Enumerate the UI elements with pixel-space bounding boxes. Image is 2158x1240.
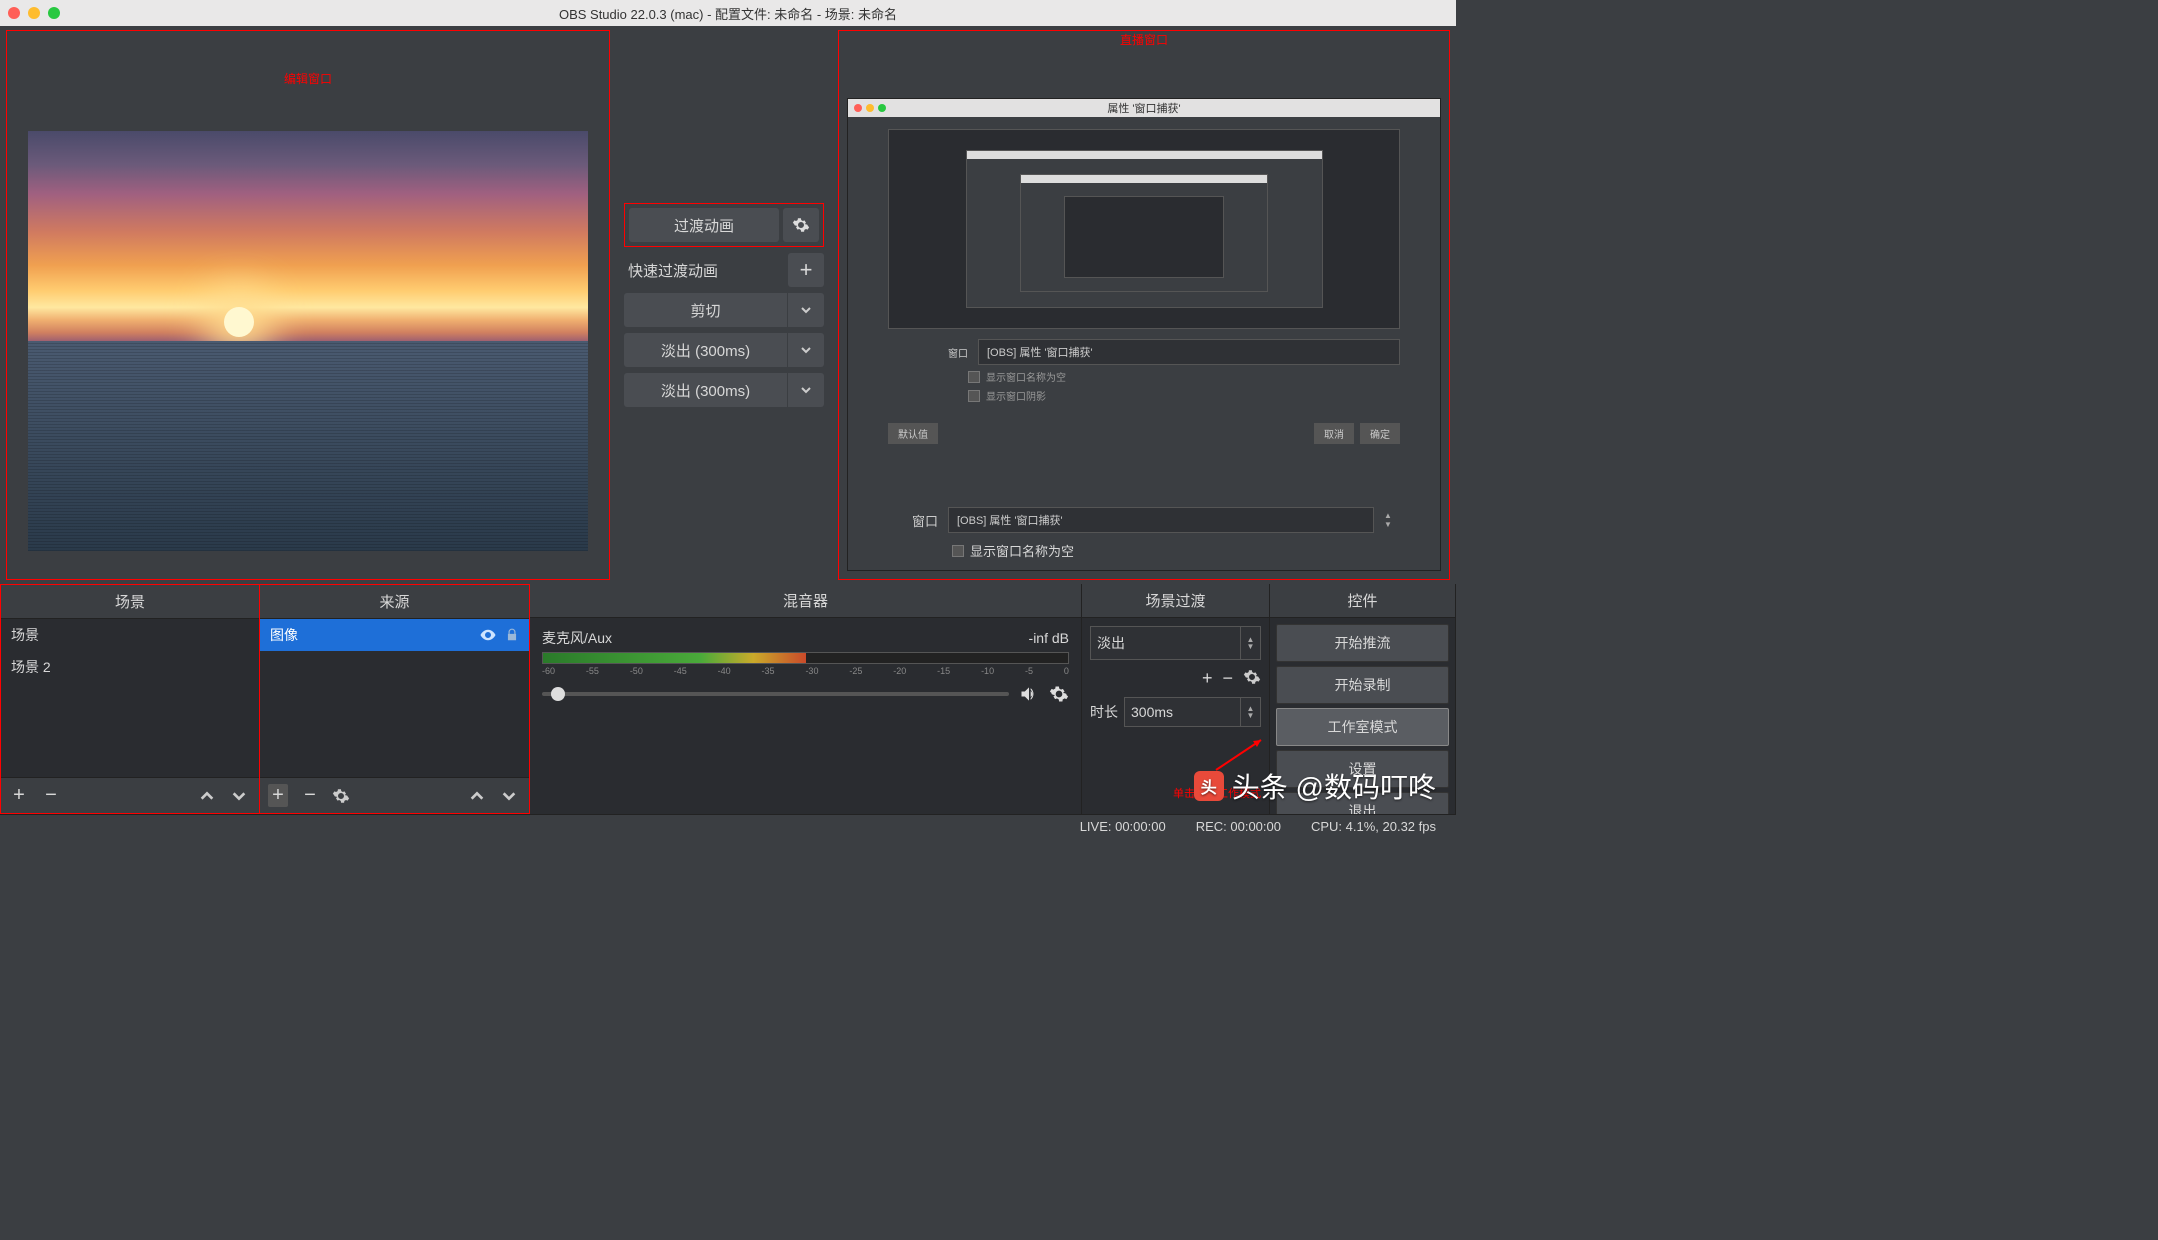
sources-list: 图像	[260, 619, 529, 777]
transitions-header: 场景过渡	[1082, 584, 1269, 618]
start-streaming-button[interactable]: 开始推流	[1276, 624, 1449, 662]
add-icon[interactable]: +	[268, 784, 288, 807]
scene-item[interactable]: 场景 2	[1, 651, 259, 683]
remove-icon[interactable]: −	[300, 784, 320, 807]
watermark-icon: 头	[1194, 771, 1224, 801]
window-title: OBS Studio 22.0.3 (mac) - 配置文件: 未命名 - 场景…	[0, 4, 1456, 23]
minimize-icon[interactable]	[28, 7, 40, 19]
gear-icon[interactable]	[1049, 684, 1069, 704]
start-recording-button[interactable]: 开始录制	[1276, 666, 1449, 704]
transition-box: 过渡动画	[624, 203, 824, 247]
traffic-lights	[8, 7, 60, 19]
defaults-button[interactable]: 默认值	[888, 423, 938, 444]
chevron-down-icon[interactable]	[788, 373, 824, 407]
window-field-label: 窗口	[888, 511, 938, 530]
preview-left-panel: 编辑窗口	[6, 30, 610, 580]
speaker-icon[interactable]	[1019, 684, 1039, 704]
preview-right-label: 直播窗口	[839, 31, 1449, 48]
add-quick-transition-button[interactable]: +	[788, 253, 824, 287]
scenes-list: 场景 场景 2	[1, 619, 259, 777]
gear-icon[interactable]	[332, 787, 352, 805]
lock-icon[interactable]	[505, 628, 519, 642]
volume-slider[interactable]	[542, 692, 1009, 696]
transition-column: 过渡动画 快速过渡动画 + 剪切 淡出 (300ms) 淡出 (300ms)	[616, 30, 832, 580]
mixer-header: 混音器	[530, 584, 1081, 618]
add-icon[interactable]: +	[1202, 668, 1213, 689]
duration-label: 时长	[1090, 702, 1118, 722]
scenes-toolbar: + −	[1, 777, 259, 813]
show-empty-label: 显示窗口名称为空	[970, 541, 1074, 560]
move-up-icon[interactable]	[469, 788, 489, 804]
transition-option-2[interactable]: 淡出 (300ms)	[624, 333, 824, 367]
meter-ticks: -60-55-50-45-40-35-30-25-20-15-10-50	[542, 666, 1069, 676]
gear-icon	[792, 216, 810, 234]
scene-item[interactable]: 场景	[1, 619, 259, 651]
duration-input[interactable]: 300ms ▲▼	[1124, 697, 1261, 727]
transition-option-label[interactable]: 淡出 (300ms)	[624, 373, 787, 407]
properties-window: 属性 '窗口捕获'	[847, 98, 1441, 571]
mixer-body: 麦克风/Aux -inf dB -60-55-50-45-40-35-30-25…	[530, 618, 1081, 814]
status-cpu: CPU: 4.1%, 20.32 fps	[1311, 819, 1436, 834]
quick-transition-row: 快速过渡动画 +	[624, 253, 824, 287]
chevron-down-icon[interactable]	[788, 293, 824, 327]
audio-meter	[542, 652, 1069, 664]
status-live: LIVE: 00:00:00	[1080, 819, 1166, 834]
status-bar: LIVE: 00:00:00 REC: 00:00:00 CPU: 4.1%, …	[0, 814, 1456, 838]
preview-right-panel: 直播窗口 属性 '窗口捕获'	[838, 30, 1450, 580]
window-field-value[interactable]: [OBS] 属性 '窗口捕获'	[948, 507, 1374, 533]
transition-button[interactable]: 过渡动画	[629, 208, 779, 242]
cancel-button[interactable]: 取消	[1314, 423, 1354, 444]
program-canvas: 属性 '窗口捕获'	[839, 68, 1449, 579]
status-rec: REC: 00:00:00	[1196, 819, 1281, 834]
properties-title: 属性 '窗口捕获'	[848, 100, 1440, 116]
add-icon[interactable]: +	[9, 784, 29, 807]
source-item[interactable]: 图像	[260, 619, 529, 651]
move-down-icon[interactable]	[231, 788, 251, 804]
checkbox[interactable]	[968, 390, 980, 402]
show-empty-checkbox[interactable]	[952, 545, 964, 557]
mixer-panel: 混音器 麦克风/Aux -inf dB -60-55-50-45-40-35-3…	[530, 584, 1082, 814]
sources-panel: 来源 图像 + −	[260, 584, 530, 814]
move-up-icon[interactable]	[199, 788, 219, 804]
mixer-channel-name: 麦克风/Aux	[542, 628, 612, 648]
controls-header: 控件	[1270, 584, 1455, 618]
preview-canvas[interactable]	[28, 131, 588, 551]
remove-icon[interactable]: −	[41, 784, 61, 807]
watermark: 头 头条 @数码叮咚	[1194, 766, 1436, 806]
source-name: 图像	[270, 625, 298, 645]
scenes-panel: 场景 场景 场景 2 + −	[0, 584, 260, 814]
gear-icon[interactable]	[1243, 668, 1261, 689]
properties-titlebar: 属性 '窗口捕获'	[848, 99, 1440, 117]
ok-button[interactable]: 确定	[1360, 423, 1400, 444]
preview-row: 编辑窗口 过渡动画 快速过渡动画 + 剪切 淡出 (300ms) 淡出 (300…	[0, 26, 1456, 584]
transition-option-label[interactable]: 淡出 (300ms)	[624, 333, 787, 367]
studio-mode-button[interactable]: 工作室模式	[1276, 708, 1449, 746]
preview-left-label: 编辑窗口	[284, 60, 332, 91]
chevron-down-icon[interactable]	[788, 333, 824, 367]
transition-option-label[interactable]: 剪切	[624, 293, 787, 327]
close-icon[interactable]	[8, 7, 20, 19]
transition-settings-button[interactable]	[783, 208, 819, 242]
window-titlebar: OBS Studio 22.0.3 (mac) - 配置文件: 未命名 - 场景…	[0, 0, 1456, 26]
sources-header: 来源	[260, 585, 529, 619]
watermark-text: 头条 @数码叮咚	[1232, 766, 1436, 806]
quick-transition-label: 快速过渡动画	[624, 260, 782, 281]
transition-option-1[interactable]: 剪切	[624, 293, 824, 327]
sources-toolbar: + −	[260, 777, 529, 813]
transition-select[interactable]: 淡出 ▲▼	[1090, 626, 1261, 660]
properties-body: 窗口[OBS] 属性 '窗口捕获' 显示窗口名称为空 显示窗口阴影 默认值 取消…	[848, 117, 1440, 497]
remove-icon[interactable]: −	[1222, 668, 1233, 689]
mixer-channel-level: -inf dB	[1029, 630, 1069, 646]
properties-preview	[888, 129, 1400, 329]
move-down-icon[interactable]	[501, 788, 521, 804]
scenes-header: 场景	[1, 585, 259, 619]
checkbox[interactable]	[968, 371, 980, 383]
zoom-icon[interactable]	[48, 7, 60, 19]
eye-icon[interactable]	[479, 626, 497, 644]
properties-form: 窗口 [OBS] 属性 '窗口捕获' ▲▼ 显示窗口名称为空	[848, 497, 1440, 570]
transition-option-3[interactable]: 淡出 (300ms)	[624, 373, 824, 407]
